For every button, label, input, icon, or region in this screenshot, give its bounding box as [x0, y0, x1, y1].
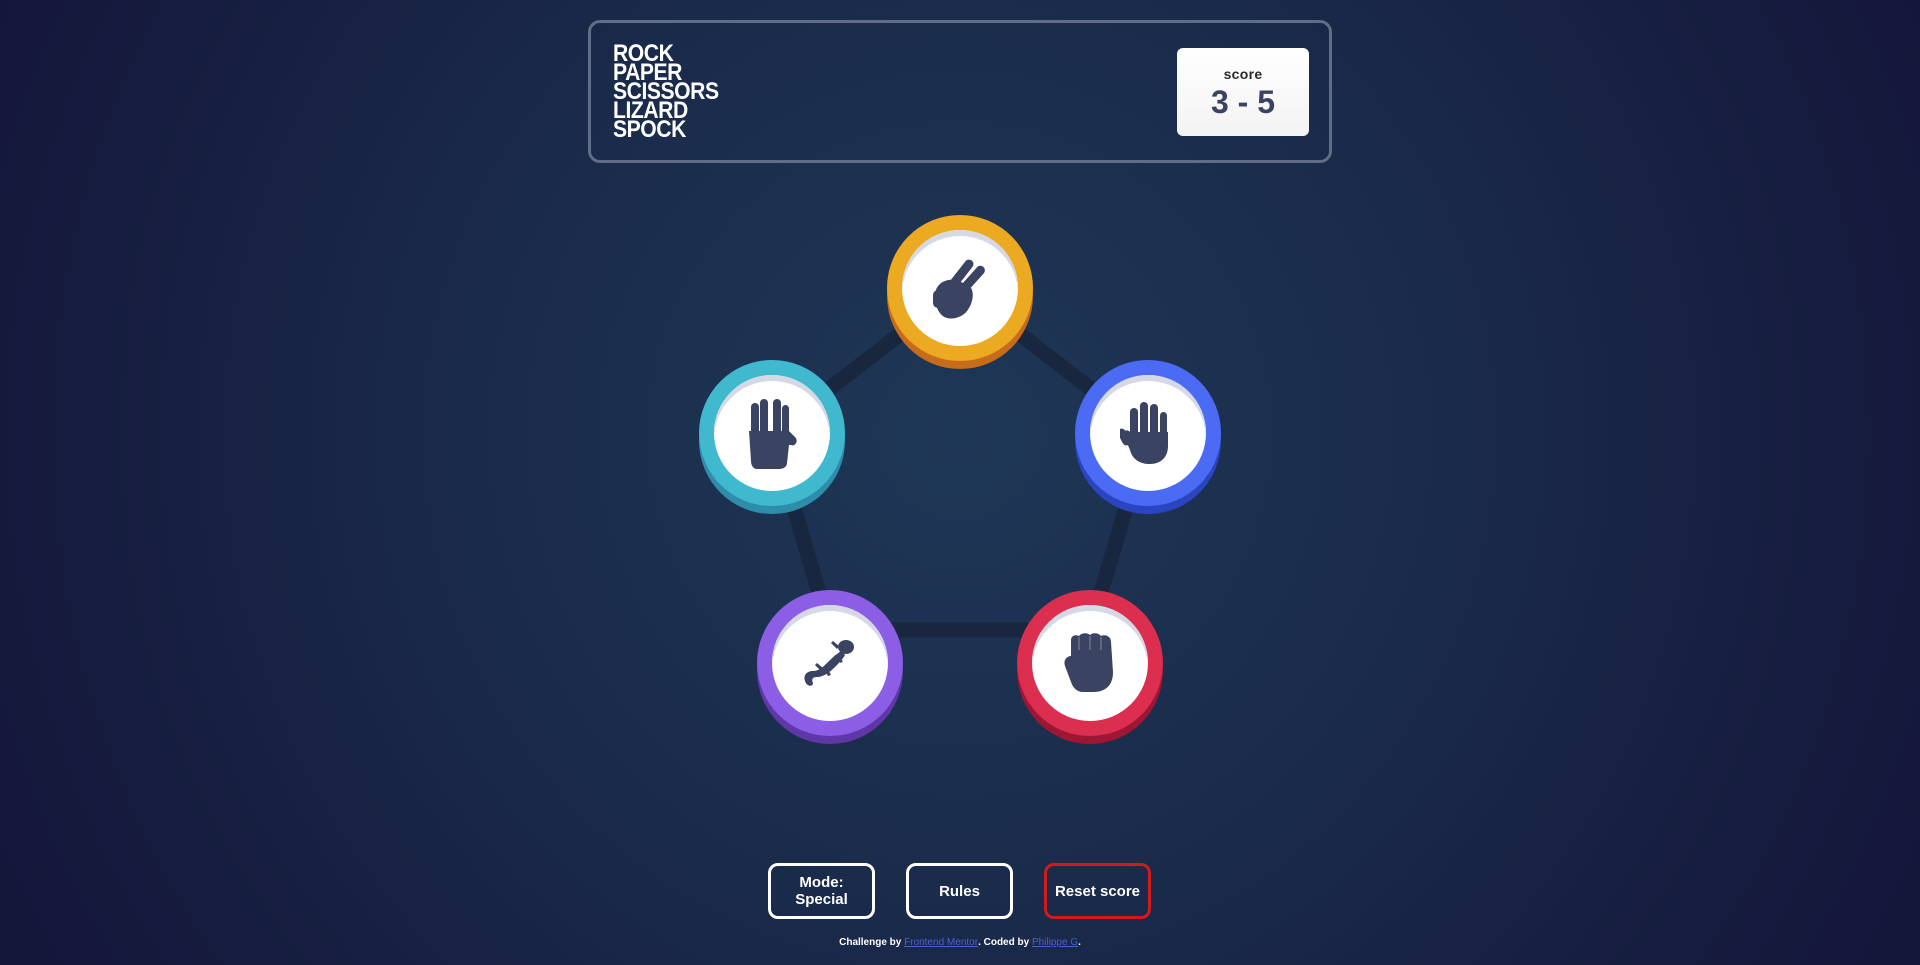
spock-token-face — [714, 375, 830, 491]
header: ROCK PAPER SCISSORS LIZARD SPOCK score 3… — [588, 20, 1332, 163]
scissors-token[interactable] — [887, 215, 1033, 361]
spock-hand-icon — [749, 399, 797, 469]
mode-button[interactable]: Mode: Special — [768, 863, 875, 919]
paper-token-face — [1090, 375, 1206, 491]
lizard-token[interactable] — [757, 590, 903, 736]
score-value: 3 - 5 — [1210, 84, 1276, 120]
rock-fist-icon — [1064, 633, 1113, 692]
rules-button[interactable]: Rules — [906, 863, 1013, 919]
spock-token[interactable] — [699, 360, 845, 506]
lizard-token-face — [772, 605, 888, 721]
frontend-mentor-link[interactable]: Frontend Mentor — [904, 937, 978, 948]
footer-suffix: . — [1078, 937, 1081, 948]
rock-token[interactable] — [1017, 590, 1163, 736]
paper-hand-icon — [1120, 402, 1168, 464]
reset-score-button[interactable]: Reset score — [1044, 863, 1151, 919]
rock-token-face — [1032, 605, 1148, 721]
lizard-icon — [804, 640, 854, 686]
footer-prefix: Challenge by — [839, 937, 905, 948]
paper-token[interactable] — [1075, 360, 1221, 506]
scissors-hand-icon — [933, 259, 985, 319]
score-box: score 3 - 5 — [1177, 48, 1309, 136]
author-link[interactable]: Philippe G — [1032, 937, 1078, 948]
game-logo: ROCK PAPER SCISSORS LIZARD SPOCK — [613, 42, 733, 143]
logo-line-spock: SPOCK — [613, 116, 686, 143]
attribution-footer: Challenge by Frontend Mentor. Coded by P… — [0, 937, 1920, 948]
footer-middle: . Coded by — [978, 937, 1032, 948]
scissors-token-face — [902, 230, 1018, 346]
score-label: score — [1223, 66, 1263, 82]
